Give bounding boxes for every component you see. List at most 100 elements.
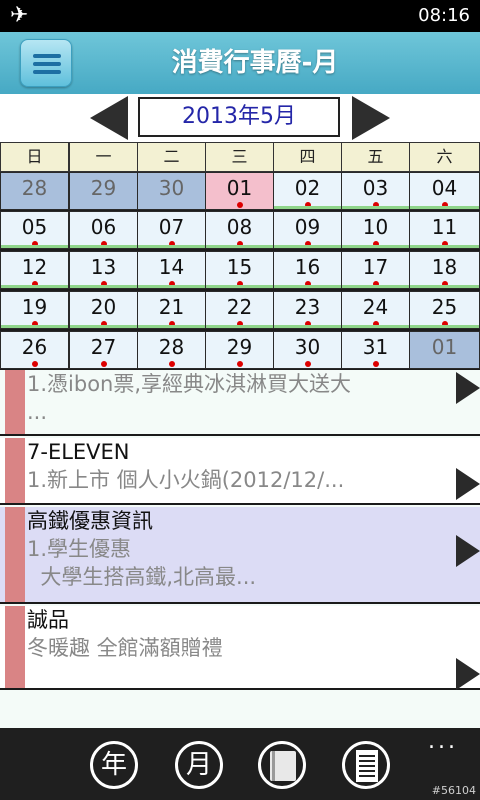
page-title: 消費行事曆-月 (171, 48, 339, 78)
calendar-day[interactable]: 01 (205, 172, 274, 210)
event-underline (206, 285, 273, 288)
calendar-day[interactable]: 20 (69, 291, 138, 329)
day-number: 15 (226, 255, 253, 279)
event-item[interactable]: 高鐵優惠資訊 1.學生優惠 大學生搭高鐵,北高最... (0, 507, 480, 604)
event-underline (70, 325, 137, 328)
calendar-day[interactable]: 08 (205, 211, 274, 249)
day-number: 07 (158, 215, 185, 239)
calendar-day[interactable]: 15 (205, 251, 274, 289)
day-number: 24 (362, 295, 389, 319)
event-dot-icon (236, 202, 243, 208)
event-detail-line: 大學生搭高鐵,北高最... (27, 565, 257, 589)
day-number: 05 (21, 215, 48, 239)
month-label[interactable]: 2013年5月 (138, 97, 340, 137)
day-number: 08 (226, 215, 253, 239)
notes-list-icon (356, 750, 378, 782)
weekday-label: 六 (409, 142, 480, 172)
calendar-day[interactable]: 06 (69, 211, 138, 249)
calendar-day[interactable]: 04 (409, 172, 480, 210)
calendar-day[interactable]: 14 (137, 251, 206, 289)
event-underline (410, 245, 479, 248)
hamburger-menu-icon (33, 70, 61, 74)
calendar-day[interactable]: 03 (341, 172, 410, 210)
calendar-day[interactable]: 28 (137, 331, 206, 369)
open-event-arrow-icon[interactable] (456, 468, 480, 500)
event-detail-line: 1.學生優惠 (27, 537, 132, 561)
year-icon: 年 (100, 750, 127, 780)
event-detail-line: 1.憑ibon票,享經典冰淇淋買大送大 (27, 372, 352, 396)
event-underline (342, 206, 409, 209)
event-item[interactable]: 7-ELEVEN 1.新上市 個人小火鍋(2012/12/... (0, 438, 480, 505)
list-button[interactable] (342, 741, 390, 789)
calendar-day[interactable]: 19 (0, 291, 69, 329)
event-underline (274, 285, 341, 288)
next-month-button[interactable] (352, 96, 390, 140)
calendar-day[interactable]: 29 (69, 172, 138, 210)
calendar-day[interactable]: 09 (273, 211, 342, 249)
year-view-button[interactable]: 年 (90, 741, 138, 789)
calendar-day[interactable]: 16 (273, 251, 342, 289)
weekday-label: 日 (0, 142, 69, 172)
open-event-arrow-icon[interactable] (456, 658, 480, 690)
calendar-day[interactable]: 31 (341, 331, 410, 369)
day-number: 17 (362, 255, 389, 279)
calendar-day[interactable]: 29 (205, 331, 274, 369)
calendar-day[interactable]: 30 (137, 172, 206, 210)
app-bar: 年 月 ... #56104 (0, 728, 480, 800)
book-button[interactable] (258, 741, 306, 789)
calendar-day[interactable]: 13 (69, 251, 138, 289)
weekday-label: 二 (137, 142, 206, 172)
calendar-day[interactable]: 21 (137, 291, 206, 329)
weekday-header: 日一二三四五六 (0, 142, 480, 172)
day-number: 01 (431, 335, 458, 359)
calendar-day[interactable]: 28 (0, 172, 69, 210)
previous-month-button[interactable] (90, 96, 128, 140)
open-event-arrow-icon[interactable] (456, 372, 480, 404)
day-number: 06 (90, 215, 117, 239)
day-number: 12 (21, 255, 48, 279)
more-options-button[interactable]: ... (428, 731, 458, 753)
calendar-day[interactable]: 18 (409, 251, 480, 289)
event-underline (342, 325, 409, 328)
day-number: 19 (21, 295, 48, 319)
event-detail-line: 冬暖趣 全館滿額贈禮 (27, 636, 223, 660)
menu-button[interactable] (20, 39, 72, 87)
calendar-day[interactable]: 22 (205, 291, 274, 329)
event-title: 7-ELEVEN (27, 440, 130, 464)
calendar-day[interactable]: 01 (409, 331, 480, 369)
calendar-day[interactable]: 11 (409, 211, 480, 249)
calendar-day[interactable]: 27 (69, 331, 138, 369)
event-dot-icon (372, 361, 379, 367)
event-underline (410, 325, 479, 328)
month-view-button[interactable]: 月 (175, 741, 223, 789)
event-underline (70, 285, 137, 288)
event-underline (1, 245, 68, 248)
calendar-day[interactable]: 07 (137, 211, 206, 249)
day-number: 16 (294, 255, 321, 279)
calendar-day[interactable]: 02 (273, 172, 342, 210)
day-number: 30 (294, 335, 321, 359)
calendar-day[interactable]: 10 (341, 211, 410, 249)
calendar-day[interactable]: 30 (273, 331, 342, 369)
open-event-arrow-icon[interactable] (456, 535, 480, 567)
event-dot-icon (100, 361, 107, 367)
calendar-day[interactable]: 17 (341, 251, 410, 289)
day-number: 30 (158, 176, 185, 200)
event-underline (206, 325, 273, 328)
calendar-day[interactable]: 25 (409, 291, 480, 329)
calendar-day[interactable]: 12 (0, 251, 69, 289)
event-item[interactable]: 誠品冬暖趣 全館滿額贈禮 (0, 606, 480, 690)
event-item[interactable]: 1.憑ibon票,享經典冰淇淋買大送大... (0, 370, 480, 436)
weekday-label: 五 (341, 142, 410, 172)
event-underline (274, 325, 341, 328)
day-number: 03 (362, 176, 389, 200)
event-color-strip (5, 507, 25, 602)
event-underline (138, 285, 205, 288)
calendar-day[interactable]: 26 (0, 331, 69, 369)
status-bar: ✈ 08:16 (0, 0, 480, 32)
calendar-day[interactable]: 23 (273, 291, 342, 329)
event-content: 誠品冬暖趣 全館滿額贈禮 (27, 606, 454, 688)
calendar-day[interactable]: 05 (0, 211, 69, 249)
event-title: 誠品 (27, 608, 69, 632)
calendar-day[interactable]: 24 (341, 291, 410, 329)
